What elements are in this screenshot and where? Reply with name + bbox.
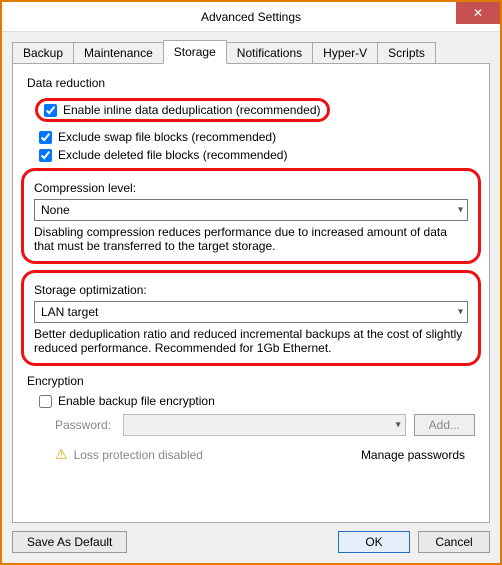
warning-icon: ⚠ (55, 446, 68, 463)
tab-backup[interactable]: Backup (12, 42, 74, 63)
password-label: Password: (55, 418, 115, 432)
cancel-button[interactable]: Cancel (418, 531, 490, 553)
highlight-storage-opt: Storage optimization: LAN target ▾ Bette… (21, 270, 481, 366)
chevron-down-icon: ▾ (458, 205, 463, 216)
tab-panel: Data reduction Enable inline data dedupl… (12, 63, 490, 523)
password-row: Password: ▾ Add... (55, 414, 475, 436)
encryption-label: Enable backup file encryption (58, 394, 215, 408)
loss-text: Loss protection disabled (74, 448, 203, 462)
titlebar: Advanced Settings ✕ (2, 2, 500, 32)
tab-strip: Backup Maintenance Storage Notifications… (12, 40, 490, 63)
data-reduction-heading: Data reduction (27, 76, 475, 90)
deleted-checkbox[interactable] (39, 149, 52, 162)
deleted-label: Exclude deleted file blocks (recommended… (58, 148, 287, 162)
chevron-down-icon: ▾ (396, 420, 401, 431)
chevron-down-icon: ▾ (458, 307, 463, 318)
swap-label: Exclude swap file blocks (recommended) (58, 130, 276, 144)
compression-select[interactable]: None ▾ (34, 199, 468, 221)
close-icon: ✕ (473, 6, 483, 20)
encryption-checkbox[interactable] (39, 395, 52, 408)
save-default-button[interactable]: Save As Default (12, 531, 127, 553)
storage-opt-label: Storage optimization: (34, 283, 468, 297)
add-password-button: Add... (414, 414, 475, 436)
tab-notifications[interactable]: Notifications (226, 42, 313, 63)
window-title: Advanced Settings (201, 10, 301, 24)
storage-opt-help: Better deduplication ratio and reduced i… (34, 327, 468, 355)
password-select: ▾ (123, 414, 406, 436)
compression-label: Compression level: (34, 181, 468, 195)
ok-button[interactable]: OK (338, 531, 410, 553)
swap-row[interactable]: Exclude swap file blocks (recommended) (39, 130, 475, 144)
loss-protection-row: ⚠ Loss protection disabled Manage passwo… (55, 446, 475, 463)
tab-hyperv[interactable]: Hyper-V (312, 42, 378, 63)
content-area: Backup Maintenance Storage Notifications… (2, 32, 500, 563)
compression-value: None (41, 203, 70, 217)
tab-scripts[interactable]: Scripts (377, 42, 436, 63)
encryption-group: Encryption Enable backup file encryption… (27, 374, 475, 463)
dedup-checkbox[interactable] (44, 104, 57, 117)
dedup-row[interactable]: Enable inline data deduplication (recomm… (44, 103, 321, 117)
swap-checkbox[interactable] (39, 131, 52, 144)
highlight-dedup: Enable inline data deduplication (recomm… (35, 98, 330, 122)
dedup-label: Enable inline data deduplication (recomm… (63, 103, 321, 117)
manage-passwords-link[interactable]: Manage passwords (361, 448, 465, 462)
close-button[interactable]: ✕ (456, 2, 500, 24)
encryption-row[interactable]: Enable backup file encryption (39, 394, 475, 408)
storage-opt-select[interactable]: LAN target ▾ (34, 301, 468, 323)
deleted-row[interactable]: Exclude deleted file blocks (recommended… (39, 148, 475, 162)
storage-opt-value: LAN target (41, 305, 98, 319)
compression-help: Disabling compression reduces performanc… (34, 225, 468, 253)
tab-storage[interactable]: Storage (163, 40, 227, 64)
highlight-compression: Compression level: None ▾ Disabling comp… (21, 168, 481, 264)
bottom-button-bar: Save As Default OK Cancel (12, 531, 490, 553)
tab-maintenance[interactable]: Maintenance (73, 42, 164, 63)
encryption-heading: Encryption (27, 374, 475, 388)
